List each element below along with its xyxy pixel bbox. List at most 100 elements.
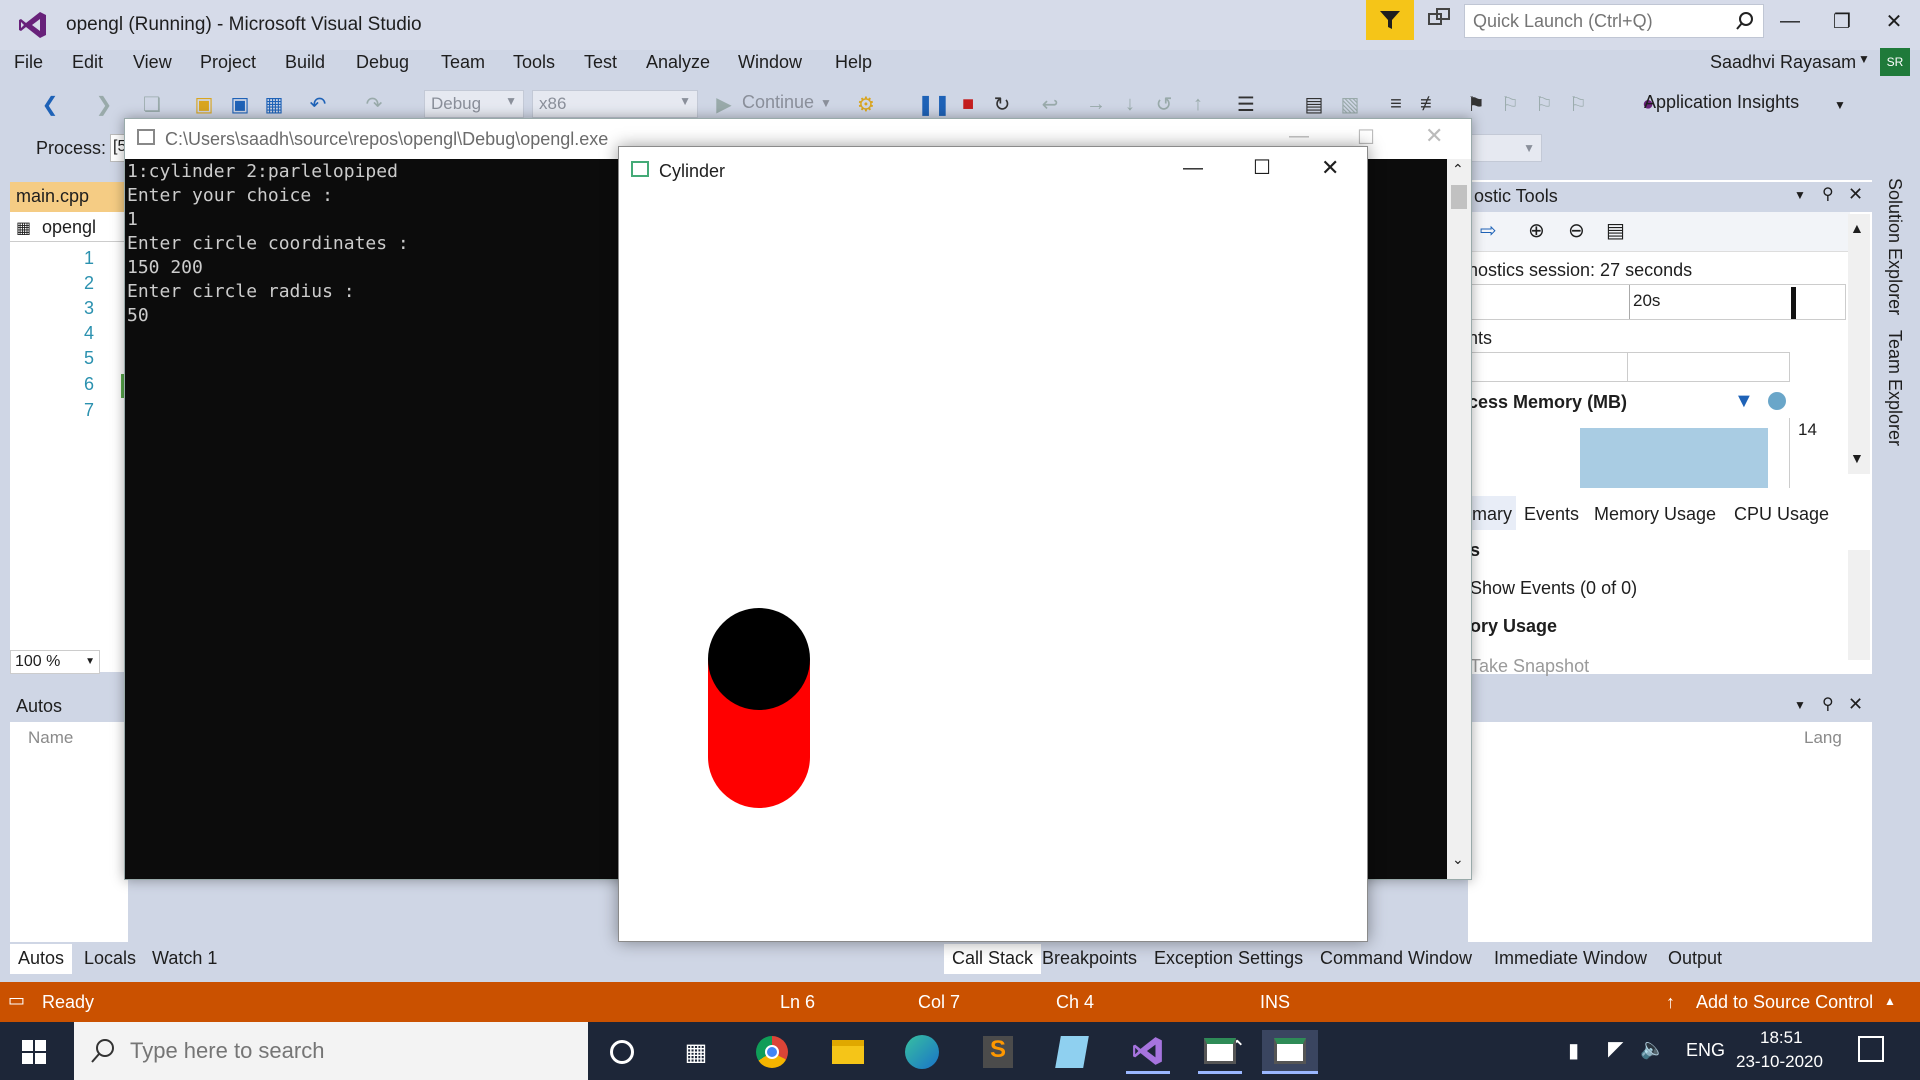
scroll-up-icon[interactable]: ▲ bbox=[1850, 220, 1864, 236]
uncomment-icon[interactable]: ≢ bbox=[1416, 90, 1444, 118]
memory-chart[interactable] bbox=[1468, 418, 1790, 488]
maximize-button[interactable]: ❐ bbox=[1822, 6, 1862, 36]
diagnostics-scrollbar[interactable]: ▲ ▼ bbox=[1848, 214, 1870, 474]
avatar[interactable]: SR bbox=[1880, 48, 1910, 76]
clear-bookmarks-icon[interactable]: ⚐ bbox=[1564, 90, 1592, 118]
menu-build[interactable]: Build bbox=[285, 52, 325, 73]
edge-icon[interactable] bbox=[900, 1030, 944, 1074]
menu-file[interactable]: File bbox=[14, 52, 43, 73]
navigate-forward-icon[interactable]: ❯ bbox=[90, 90, 118, 118]
pin-icon[interactable]: ⚲ bbox=[1822, 694, 1834, 714]
stop-debugging-icon[interactable]: ■ bbox=[954, 90, 982, 118]
application-insights-button[interactable]: Application Insights bbox=[1644, 92, 1799, 113]
undo-icon[interactable]: ↶ bbox=[304, 90, 332, 118]
volume-icon[interactable]: 🔈 bbox=[1640, 1036, 1665, 1061]
battery-icon[interactable]: ▮ bbox=[1568, 1038, 1579, 1063]
solution-explorer-tab[interactable]: Solution Explorer bbox=[1884, 178, 1905, 315]
user-name[interactable]: Saadhvi Rayasam bbox=[1710, 52, 1856, 73]
cylinder-maximize-button[interactable]: ☐ bbox=[1253, 155, 1271, 180]
cylinder-taskbar-icon[interactable] bbox=[1262, 1030, 1318, 1074]
zoom-dropdown[interactable]: 100 % ▼ bbox=[10, 650, 100, 674]
menu-tools[interactable]: Tools bbox=[513, 52, 555, 73]
cylinder-minimize-button[interactable]: — bbox=[1183, 157, 1203, 180]
save-icon[interactable]: ▣ bbox=[226, 90, 254, 118]
scroll-thumb[interactable] bbox=[1451, 185, 1467, 209]
compare-icon[interactable]: ▧ bbox=[1336, 90, 1364, 118]
close-button[interactable]: ✕ bbox=[1874, 6, 1914, 36]
open-file-icon[interactable]: ▣ bbox=[190, 90, 218, 118]
opengl-canvas[interactable] bbox=[619, 193, 1367, 941]
menu-test[interactable]: Test bbox=[584, 52, 617, 73]
timeline-ruler[interactable]: 20s bbox=[1468, 284, 1846, 320]
continue-dropdown-icon[interactable]: ▼ bbox=[820, 96, 832, 110]
call-stack-panel[interactable] bbox=[1468, 722, 1872, 942]
clock-date[interactable]: 23-10-2020 bbox=[1736, 1052, 1823, 1072]
team-explorer-tab[interactable]: Team Explorer bbox=[1884, 330, 1905, 446]
quick-launch[interactable] bbox=[1464, 4, 1764, 38]
autos-name-column[interactable]: Name bbox=[28, 728, 73, 748]
scroll-up-icon[interactable]: ⌃ bbox=[1452, 161, 1464, 178]
tab-immediate-window[interactable]: Immediate Window bbox=[1486, 944, 1655, 974]
menu-view[interactable]: View bbox=[133, 52, 172, 73]
tab-watch-1[interactable]: Watch 1 bbox=[144, 944, 225, 974]
notification-filter-button[interactable] bbox=[1366, 0, 1414, 40]
task-view-icon[interactable]: ▦ bbox=[674, 1030, 718, 1074]
app-insights-dropdown-icon[interactable]: ▼ bbox=[1834, 98, 1846, 112]
export-icon[interactable]: ⇨ bbox=[1480, 218, 1497, 243]
tab-autos[interactable]: Autos bbox=[10, 944, 73, 974]
visual-studio-taskbar-icon[interactable] bbox=[1126, 1030, 1170, 1074]
menu-help[interactable]: Help bbox=[835, 52, 872, 73]
redo-icon[interactable]: ↷ bbox=[360, 90, 388, 118]
menu-project[interactable]: Project bbox=[200, 52, 256, 73]
start-icon[interactable] bbox=[22, 1040, 46, 1069]
menu-debug[interactable]: Debug bbox=[356, 52, 409, 73]
stack-frame-dropdown[interactable]: ▼ bbox=[1468, 134, 1542, 162]
comment-icon[interactable]: ≡ bbox=[1382, 90, 1410, 118]
panel-dropdown-icon[interactable]: ▼ bbox=[1794, 188, 1806, 202]
scroll-down-icon[interactable]: ⌄ bbox=[1452, 851, 1464, 868]
prev-bookmark-icon[interactable]: ⚐ bbox=[1496, 90, 1524, 118]
console-scrollbar[interactable]: ⌃ ⌄ bbox=[1447, 159, 1471, 879]
input-language[interactable]: ENG bbox=[1686, 1040, 1725, 1061]
taskbar-search[interactable] bbox=[74, 1022, 588, 1080]
console-minimize-button[interactable]: — bbox=[1289, 125, 1309, 148]
chart-settings-icon[interactable]: ▤ bbox=[1606, 218, 1625, 243]
zoom-out-icon[interactable]: ⊖ bbox=[1568, 218, 1585, 243]
menu-edit[interactable]: Edit bbox=[72, 52, 103, 73]
step-back-icon[interactable]: ↑ bbox=[1184, 90, 1212, 118]
lang-column[interactable]: Lang bbox=[1804, 728, 1842, 748]
console-close-button[interactable]: ✕ bbox=[1425, 123, 1443, 149]
panel-dropdown-icon[interactable]: ▼ bbox=[1794, 698, 1806, 712]
feedback-icon[interactable] bbox=[1426, 6, 1456, 36]
cortana-icon[interactable] bbox=[600, 1030, 644, 1074]
timeline-cursor[interactable] bbox=[1791, 287, 1796, 319]
taskbar-search-input[interactable] bbox=[130, 1036, 570, 1066]
break-all-icon[interactable]: ❚❚ bbox=[917, 90, 951, 118]
tab-cpu-usage[interactable]: CPU Usage bbox=[1734, 504, 1829, 525]
notifications-icon[interactable] bbox=[1858, 1036, 1884, 1062]
show-next-statement-icon[interactable]: ↩ bbox=[1036, 90, 1064, 118]
scroll-down-icon[interactable]: ▼ bbox=[1850, 450, 1864, 466]
take-snapshot-button[interactable]: Take Snapshot bbox=[1470, 656, 1589, 677]
notepad-icon[interactable] bbox=[1050, 1030, 1094, 1074]
minimize-button[interactable]: — bbox=[1770, 6, 1810, 36]
tab-locals[interactable]: Locals bbox=[76, 944, 144, 974]
autos-panel[interactable] bbox=[10, 722, 128, 942]
tab-output[interactable]: Output bbox=[1660, 944, 1730, 974]
tab-events[interactable]: Events bbox=[1524, 504, 1579, 525]
zoom-in-icon[interactable]: ⊕ bbox=[1528, 218, 1545, 243]
continue-icon[interactable]: ▶ bbox=[710, 90, 738, 118]
new-project-icon[interactable]: ❏ bbox=[138, 90, 166, 118]
menu-window[interactable]: Window bbox=[738, 52, 802, 73]
step-out-icon[interactable]: ↺ bbox=[1150, 90, 1178, 118]
document-tab-main-cpp[interactable]: main.cpp bbox=[10, 182, 125, 212]
panel-close-icon[interactable]: ✕ bbox=[1848, 694, 1863, 715]
tab-exception-settings[interactable]: Exception Settings bbox=[1146, 944, 1311, 974]
save-all-icon[interactable]: ▦ bbox=[260, 90, 288, 118]
user-dropdown-icon[interactable]: ▼ bbox=[1858, 52, 1870, 66]
menu-team[interactable]: Team bbox=[441, 52, 485, 73]
cylinder-close-button[interactable]: ✕ bbox=[1321, 155, 1339, 181]
tab-call-stack[interactable]: Call Stack bbox=[944, 944, 1042, 974]
search-icon[interactable] bbox=[1735, 11, 1755, 31]
clock-time[interactable]: 18:51 bbox=[1760, 1028, 1803, 1048]
